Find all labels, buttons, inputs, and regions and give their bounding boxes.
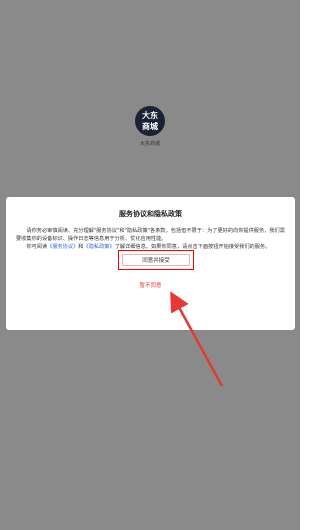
annotation-arrow <box>170 291 224 387</box>
background-overlay: 大东 商城 大东商城 服务协议和隐私政策 请你务必审慎阅读、充分理解"服务协议"… <box>0 0 300 530</box>
arrow-icon <box>170 291 224 387</box>
